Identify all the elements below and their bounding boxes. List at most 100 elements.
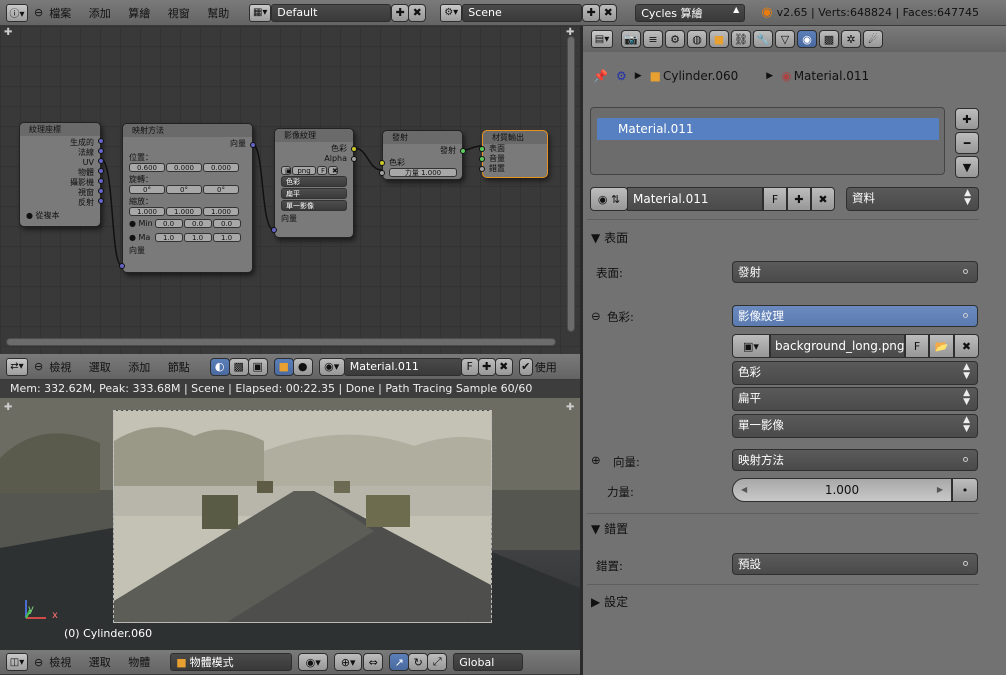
node-mapping[interactable]: 映射方法 向量 位置： 0.600 0.000 0.000 旋轉： 0° 0° 0° 縮… xyxy=(119,123,256,273)
orientation-select[interactable]: Global xyxy=(453,653,524,671)
image-fake-user[interactable]: F xyxy=(317,166,327,175)
interaction-mode-select[interactable]: ■ 物體模式 xyxy=(170,653,293,671)
node-editor-type-button[interactable]: ⇄▾ xyxy=(6,357,28,376)
menu-add[interactable]: 添加 xyxy=(128,361,150,374)
collapse-menu-icon[interactable]: ⊖ xyxy=(34,360,43,373)
loc-x[interactable]: 0.600 xyxy=(129,163,165,172)
socket-vector-in[interactable] xyxy=(271,227,277,233)
pin-icon[interactable]: 📌 xyxy=(593,69,608,83)
translate-icon[interactable]: ↗ xyxy=(389,653,410,671)
socket-alpha-out[interactable] xyxy=(351,156,357,162)
3d-viewport[interactable]: ✚ ✚ y x (0) Cylinder.060 xyxy=(0,398,580,650)
min-y[interactable]: 0.0 xyxy=(183,219,212,228)
max-checkbox-icon[interactable]: ● xyxy=(129,233,136,242)
info-editor-type-button[interactable]: ⓘ▾ xyxy=(6,3,28,22)
image-fake-user-button[interactable]: F xyxy=(905,334,929,358)
socket-vector-in[interactable] xyxy=(119,263,125,269)
world-shader-icon[interactable]: ● xyxy=(292,357,313,376)
image-browse-button[interactable]: ▣▾ xyxy=(732,334,770,358)
object-shader-icon[interactable]: ■ xyxy=(273,357,294,376)
rot-z[interactable]: 0° xyxy=(203,185,239,194)
material-slot-item[interactable]: Material.011 xyxy=(597,118,939,140)
socket-displacement-in[interactable] xyxy=(479,166,485,172)
link-select[interactable]: 資料 ▲ ▼ xyxy=(846,187,979,211)
collapse-menu-icon[interactable]: ⊖ xyxy=(34,6,43,19)
checkbox-icon[interactable]: ● xyxy=(26,211,33,220)
socket-color-out[interactable] xyxy=(351,146,357,152)
material-fake-user-button[interactable]: F xyxy=(763,187,787,211)
render-region[interactable] xyxy=(113,410,492,623)
render-engine-select[interactable]: Cycles 算繪 ▲ xyxy=(635,3,746,22)
image-name[interactable]: png xyxy=(292,166,316,175)
layout-field[interactable]: Default xyxy=(271,3,392,22)
surface-shader-field[interactable]: 發射 xyxy=(732,261,978,283)
loc-z[interactable]: 0.000 xyxy=(203,163,239,172)
open-image-button[interactable]: 📂 xyxy=(929,334,954,358)
properties-editor-type-button[interactable]: ▤▾ xyxy=(591,30,613,48)
image-name-field[interactable]: background_long.png xyxy=(770,334,905,358)
constraints-tab-icon[interactable]: ⛓ xyxy=(731,30,751,48)
projection-dropdown[interactable]: 扁平 xyxy=(281,188,347,199)
physics-tab-icon[interactable]: ☄ xyxy=(863,30,883,48)
add-layout-button[interactable]: ✚ xyxy=(391,3,410,22)
settings-panel-header[interactable]: ▶ 設定 xyxy=(591,593,628,610)
remove-slot-button[interactable]: ━ xyxy=(955,132,979,154)
add-scene-button[interactable]: ✚ xyxy=(582,3,601,22)
node-emission[interactable]: 發射 發射 色彩 力量 1.000 xyxy=(379,130,466,180)
vector-input-field[interactable]: 映射方法 xyxy=(732,449,978,471)
render-layers-tab-icon[interactable]: ≡ xyxy=(643,30,663,48)
tex-color-select[interactable]: 色彩 ▲ ▼ xyxy=(732,361,978,385)
object-tab-icon[interactable]: ■ xyxy=(709,30,729,48)
socket-emission-out[interactable] xyxy=(460,148,466,154)
strength-field[interactable]: 力量 1.000 xyxy=(383,168,462,177)
collapse-toggle-icon[interactable]: ⊖ xyxy=(591,309,601,323)
menu-window[interactable]: 視窗 xyxy=(168,7,190,20)
max-x[interactable]: 1.0 xyxy=(154,233,183,242)
loc-y[interactable]: 0.000 xyxy=(166,163,202,172)
unlink-material-button[interactable]: ✖ xyxy=(494,357,513,376)
menu-file[interactable]: 檔案 xyxy=(49,7,71,20)
socket-window[interactable] xyxy=(98,188,104,194)
scale-x[interactable]: 1.000 xyxy=(129,207,165,216)
strength-link-button[interactable]: • xyxy=(952,478,978,502)
from-dupli-row[interactable]: ● 從複本 xyxy=(20,211,100,221)
scene-tab-icon[interactable]: ⚙ xyxy=(665,30,685,48)
manipulator-toggle-icon[interactable]: ⇔ xyxy=(363,653,384,671)
panel-plus-icon-right[interactable]: ✚ xyxy=(566,402,574,413)
image-unlink-icon[interactable]: ✖ xyxy=(328,166,338,175)
material-browse-icon[interactable]: ◉▾ xyxy=(318,357,345,376)
scale-z[interactable]: 1.000 xyxy=(203,207,239,216)
menu-select[interactable]: 選取 xyxy=(89,656,111,669)
render-tab-icon[interactable]: 📷 xyxy=(621,30,641,48)
rot-y[interactable]: 0° xyxy=(166,185,202,194)
surface-panel-header[interactable]: ▼ 表面 xyxy=(591,229,628,246)
remove-scene-button[interactable]: ✖ xyxy=(599,3,618,22)
texture-nodes-icon[interactable]: ▩ xyxy=(228,357,249,376)
compositing-nodes-icon[interactable]: ▣ xyxy=(247,357,268,376)
node-material-output[interactable]: 材質輸出 表面 音量 錯置 xyxy=(479,130,548,178)
unlink-material-button[interactable]: ✖ xyxy=(811,187,835,211)
node-image-texture[interactable]: 影像紋理 色彩 Alpha ▣ png F ✖ 色彩 扁平 單一影像 向量 xyxy=(271,128,357,238)
3d-editor-type-button[interactable]: ◫▾ xyxy=(6,653,28,671)
tex-projection-select[interactable]: 扁平 ▲ ▼ xyxy=(732,387,978,411)
object-data-tab-icon[interactable]: ▽ xyxy=(775,30,795,48)
viewport-shading-button[interactable]: ◉▾ xyxy=(298,653,329,671)
vertical-scrollbar[interactable] xyxy=(567,36,575,332)
displacement-input-field[interactable]: 預設 xyxy=(732,553,978,575)
menu-view[interactable]: 檢視 xyxy=(49,656,71,669)
rot-x[interactable]: 0° xyxy=(129,185,165,194)
socket-volume-in[interactable] xyxy=(479,156,485,162)
screen-layout-icon[interactable]: ▦▾ xyxy=(249,3,272,22)
socket-vector-out[interactable] xyxy=(250,142,256,148)
min-checkbox-icon[interactable]: ● xyxy=(129,219,136,228)
menu-object[interactable]: 物體 xyxy=(128,656,150,669)
collapse-menu-icon[interactable]: ⊖ xyxy=(34,656,43,669)
source-dropdown[interactable]: 單一影像 xyxy=(281,200,347,211)
increment-arrow-icon[interactable]: ▶ xyxy=(937,479,943,501)
socket-uv[interactable] xyxy=(98,158,104,164)
color-input-field[interactable]: 影像紋理 xyxy=(732,305,978,327)
socket-strength-in[interactable] xyxy=(379,170,385,176)
node-texture-coordinate[interactable]: 紋理座標 生成的 法線 UV 物體 攝影機 視窗 反射 ● 從複本 xyxy=(19,122,104,227)
node-material-field[interactable]: Material.011 xyxy=(343,357,462,376)
menu-render[interactable]: 算繪 xyxy=(128,7,150,20)
